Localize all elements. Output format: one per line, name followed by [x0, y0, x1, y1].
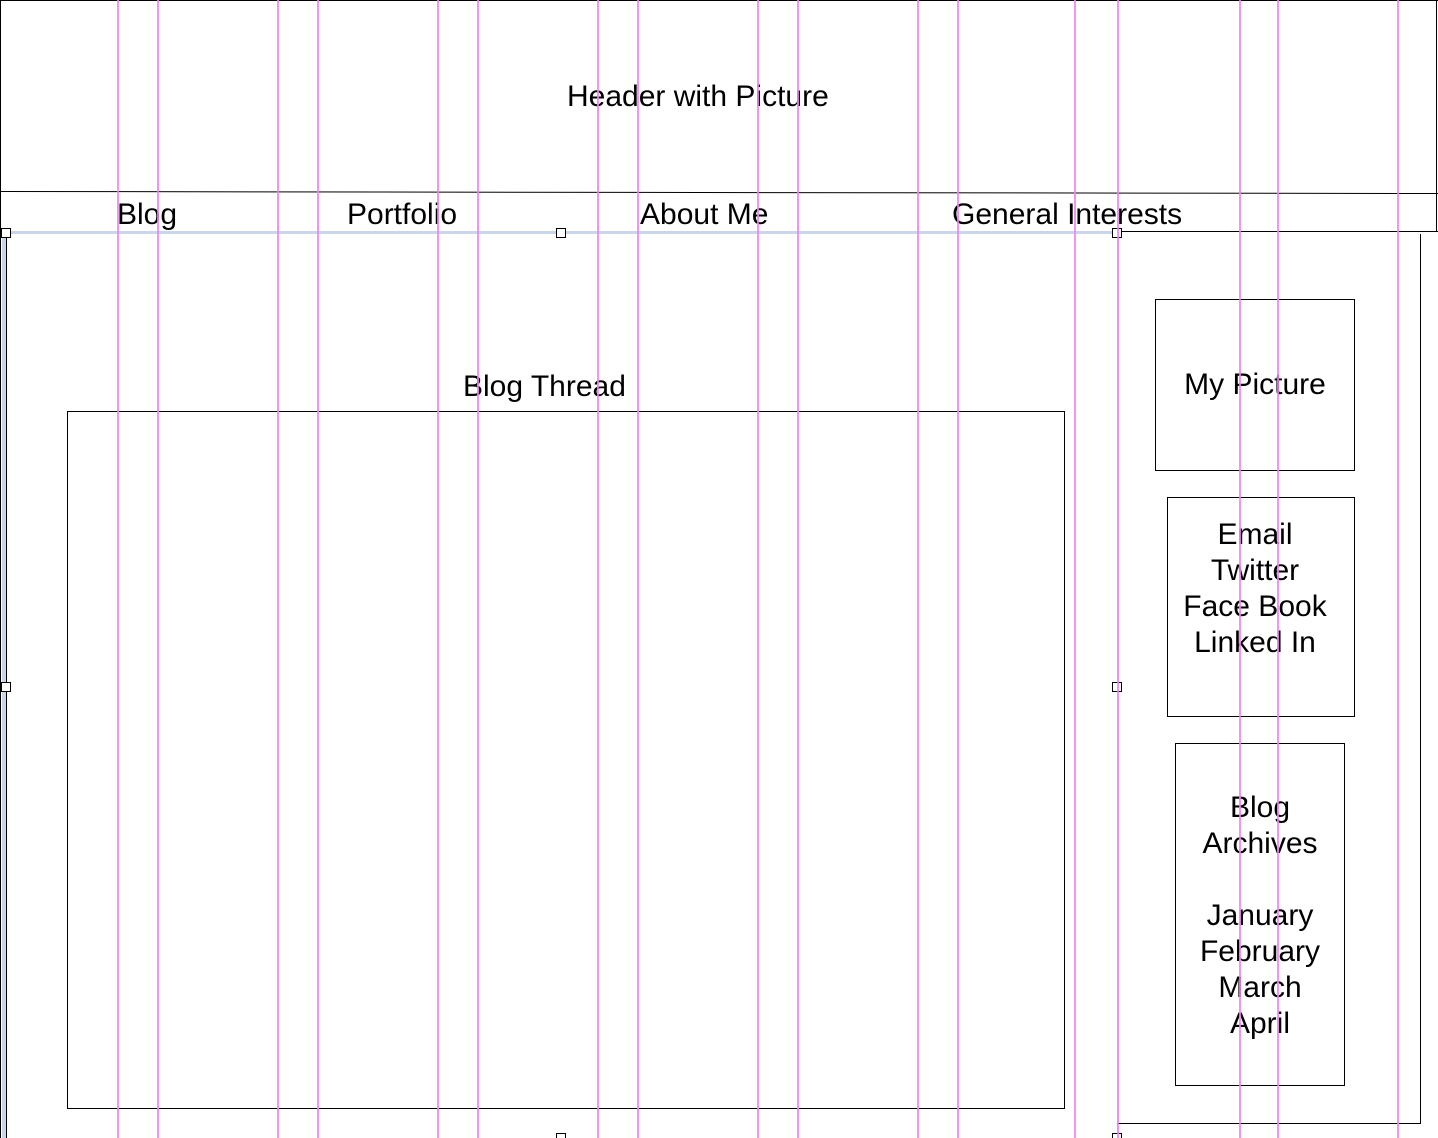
blog-archives-list: Blog Archives January February March Apr… [1176, 790, 1344, 1042]
social-link-email[interactable]: Email [1156, 517, 1354, 553]
archive-month-january[interactable]: January [1176, 898, 1344, 934]
header-region: Header with Picture [0, 0, 1438, 192]
nav-item-blog[interactable]: Blog [117, 197, 177, 233]
social-link-facebook[interactable]: Face Book [1156, 589, 1354, 625]
nav-item-portfolio[interactable]: Portfolio [347, 197, 457, 233]
archives-spacer [1176, 862, 1344, 898]
nav-bar: Blog Portfolio About Me General Interest… [0, 193, 1438, 231]
nav-item-general-interests[interactable]: General Interests [952, 197, 1182, 233]
my-picture-box[interactable]: My Picture [1155, 299, 1355, 471]
archives-title-line-2: Archives [1202, 827, 1318, 860]
header-label: Header with Picture [567, 80, 829, 113]
selection-handle-middle-right[interactable] [1112, 682, 1122, 692]
blog-archives-box[interactable]: Blog Archives January February March Apr… [1175, 743, 1345, 1086]
archive-month-march[interactable]: March [1176, 970, 1344, 1006]
archive-month-february[interactable]: February [1176, 934, 1344, 970]
selection-handle-top-left[interactable] [1, 228, 11, 238]
archives-title-line-1: Blog [1229, 791, 1291, 824]
selection-handle-bottom-middle[interactable] [556, 1133, 566, 1138]
social-link-twitter[interactable]: Twitter [1156, 553, 1354, 589]
selection-handle-bottom-right[interactable] [1112, 1133, 1122, 1138]
selection-handle-middle-left[interactable] [1, 682, 11, 692]
selection-handle-top-middle[interactable] [556, 228, 566, 238]
selection-handle-top-right[interactable] [1112, 228, 1122, 238]
social-links-box[interactable]: Email Twitter Face Book Linked In [1167, 497, 1355, 717]
social-links-list: Email Twitter Face Book Linked In [1156, 517, 1354, 661]
my-picture-label: My Picture [1184, 368, 1326, 401]
archive-month-april[interactable]: April [1176, 1006, 1344, 1042]
blog-thread-box[interactable] [67, 411, 1065, 1109]
social-link-linkedin[interactable]: Linked In [1156, 625, 1354, 661]
blog-thread-label: Blog Thread [463, 370, 626, 403]
nav-item-about-me[interactable]: About Me [640, 197, 768, 233]
